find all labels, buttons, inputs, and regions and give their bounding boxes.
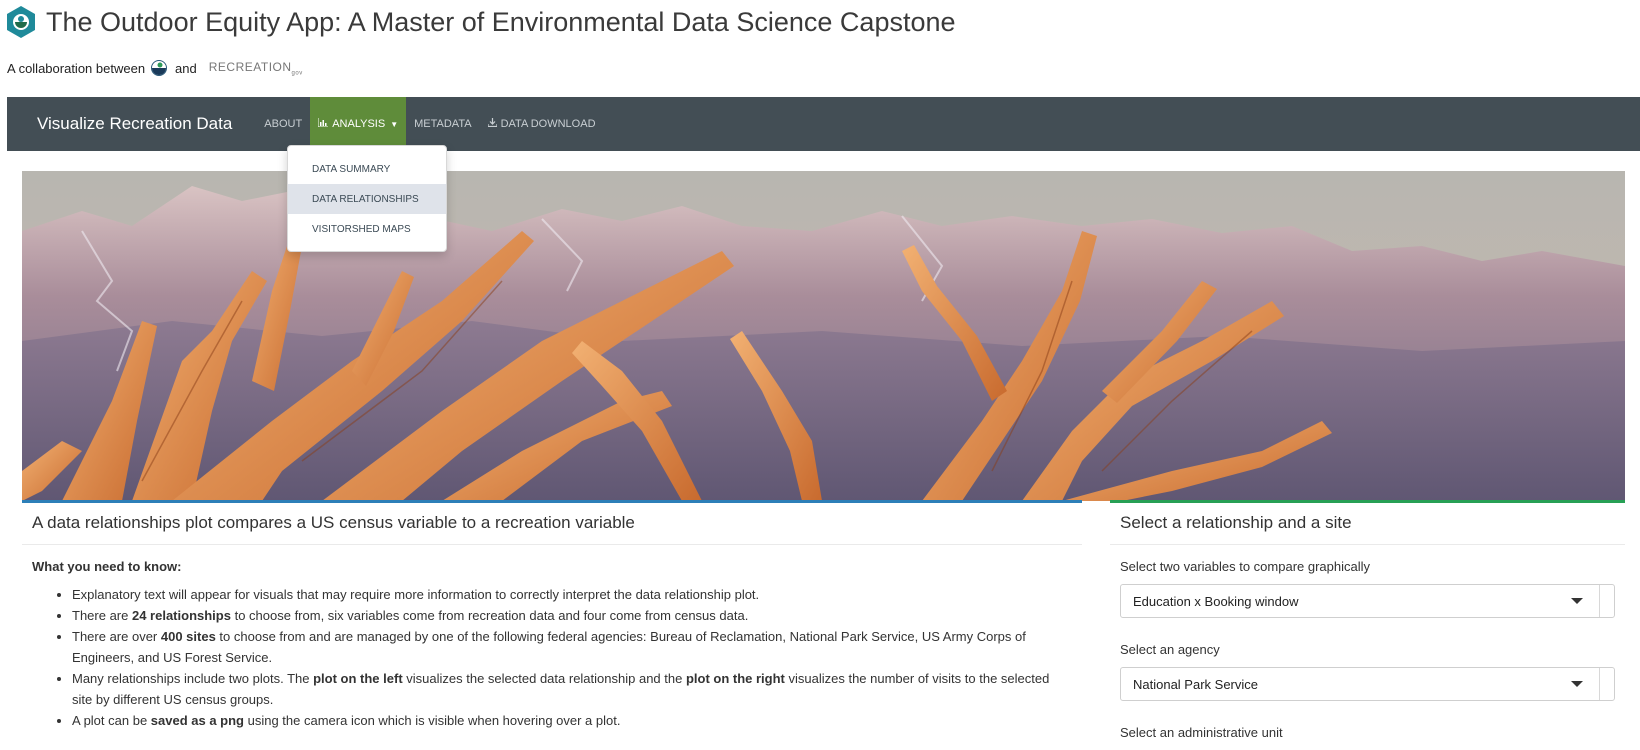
list-item: There are 24 relationships to choose fro… [72, 605, 1062, 626]
agency-select-label: Select an agency [1120, 642, 1220, 657]
info-card: A data relationships plot compares a US … [22, 503, 1082, 750]
recreation-gov-logo: RECREATIONgov [208, 60, 303, 77]
list-item: There are over 400 sites to choose from … [72, 626, 1062, 668]
download-icon [486, 118, 498, 130]
agency-select-value: National Park Service [1133, 676, 1258, 692]
menu-item-data-summary[interactable]: DATA SUMMARY [288, 154, 446, 184]
nav-about[interactable]: ABOUT [256, 97, 310, 151]
navbar: Visualize Recreation Data ABOUT ANALYSIS… [7, 97, 1640, 151]
menu-item-data-relationships[interactable]: DATA RELATIONSHIPS [288, 184, 446, 214]
list-item: Explanatory text will appear for visuals… [72, 584, 1062, 605]
navbar-brand[interactable]: Visualize Recreation Data [37, 114, 232, 134]
list-item: Many relationships include two plots. Th… [72, 668, 1062, 710]
info-card-subheading: What you need to know: [32, 559, 182, 574]
page-title: The Outdoor Equity App: A Master of Envi… [46, 6, 956, 37]
selection-card-heading: Select a relationship and a site [1110, 503, 1625, 545]
chevron-down-icon [1571, 681, 1583, 687]
relationship-select[interactable]: Education x Booking window [1120, 584, 1615, 618]
nav-metadata[interactable]: METADATA [406, 97, 479, 151]
analysis-dropdown-menu: DATA SUMMARY DATA RELATIONSHIPS VISITORS… [287, 145, 447, 252]
chevron-down-icon: ▼ [390, 119, 399, 129]
collaboration-line: A collaboration between and RECREATIONgo… [7, 60, 303, 76]
admin-unit-select-label: Select an administrative unit [1120, 725, 1283, 740]
collab-prefix: A collaboration between [7, 60, 146, 76]
agency-select[interactable]: National Park Service [1120, 667, 1615, 701]
relationship-select-value: Education x Booking window [1133, 593, 1299, 609]
info-bullet-list: Explanatory text will appear for visuals… [22, 584, 1082, 731]
nav-analysis[interactable]: ANALYSIS ▼ [310, 97, 407, 151]
nav-data-download[interactable]: DATA DOWNLOAD [480, 97, 604, 151]
bar-chart-icon [317, 118, 329, 130]
app-logo-icon [7, 6, 35, 38]
menu-item-visitorshed-maps[interactable]: VISITORSHED MAPS [288, 214, 446, 244]
selection-card: Select a relationship and a site Select … [1110, 503, 1625, 750]
app-header: The Outdoor Equity App: A Master of Envi… [6, 2, 956, 42]
chevron-down-icon [1571, 598, 1583, 604]
collab-and: and [175, 60, 197, 76]
list-item: A plot can be saved as a png using the c… [72, 710, 1062, 731]
info-card-heading: A data relationships plot compares a US … [22, 503, 1082, 545]
banner-image [22, 171, 1625, 501]
relationship-select-label: Select two variables to compare graphica… [1120, 559, 1371, 574]
partner-logo-icon [151, 60, 168, 77]
